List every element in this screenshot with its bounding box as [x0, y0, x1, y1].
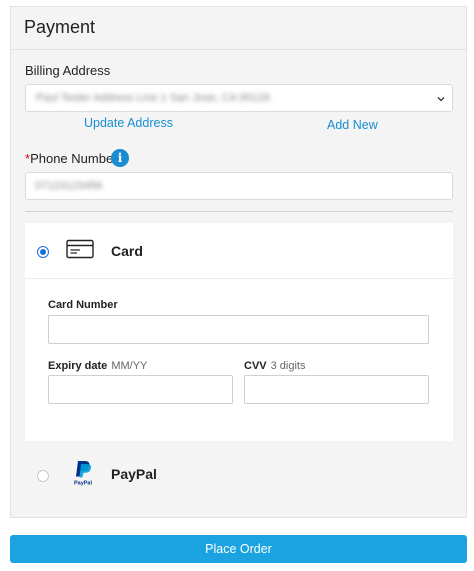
- cvv-label-text: CVV: [244, 360, 267, 372]
- phone-number-value: 07123123456: [35, 180, 103, 192]
- cvv-input[interactable]: [244, 375, 429, 404]
- card-radio[interactable]: [37, 246, 49, 258]
- section-divider: [25, 211, 453, 212]
- update-address-link[interactable]: Update Address: [84, 116, 173, 130]
- paypal-logo: PayPal: [74, 461, 93, 487]
- card-number-input[interactable]: [48, 315, 429, 344]
- credit-card-icon: [66, 239, 94, 259]
- chevron-down-icon: [437, 97, 445, 102]
- paypal-logo-text: PayPal: [74, 481, 93, 487]
- expiry-date-label: Expiry date MM/YY: [48, 360, 147, 372]
- payment-title: Payment: [24, 17, 96, 37]
- expiry-date-input[interactable]: [48, 375, 233, 404]
- card-method-panel: Card Card Number Expiry date MM/YY CVV 3 d…: [25, 223, 453, 441]
- phone-number-label-text: Phone Number: [30, 151, 118, 166]
- expiry-date-hint: MM/YY: [111, 360, 148, 372]
- title-divider: [11, 49, 466, 50]
- paypal-method-row[interactable]: PayPal PayPal: [25, 449, 453, 499]
- cvv-label: CVV 3 digits: [244, 360, 305, 372]
- phone-number-label: *Phone Number: [25, 151, 118, 166]
- card-method-header[interactable]: Card: [25, 223, 453, 279]
- cvv-hint: 3 digits: [270, 360, 306, 372]
- card-number-label: Card Number: [48, 299, 118, 311]
- billing-address-value: Paul Tester Address Line 1 San Jose, CA …: [36, 92, 271, 104]
- info-icon[interactable]: i: [111, 149, 129, 167]
- expiry-date-label-text: Expiry date: [48, 360, 108, 372]
- paypal-radio[interactable]: [37, 470, 49, 482]
- payment-methods: Card Card Number Expiry date MM/YY CVV 3 d…: [25, 223, 453, 499]
- paypal-method-label: PayPal: [111, 466, 157, 482]
- payment-panel: Payment Billing Address Paul Tester Addr…: [10, 6, 467, 518]
- billing-address-select[interactable]: Paul Tester Address Line 1 San Jose, CA …: [25, 84, 453, 112]
- card-method-label: Card: [111, 243, 143, 259]
- phone-number-input[interactable]: 07123123456: [25, 172, 453, 200]
- place-order-button[interactable]: Place Order: [10, 535, 467, 563]
- billing-address-label: Billing Address: [25, 63, 111, 78]
- add-new-address-link[interactable]: Add New: [327, 118, 378, 132]
